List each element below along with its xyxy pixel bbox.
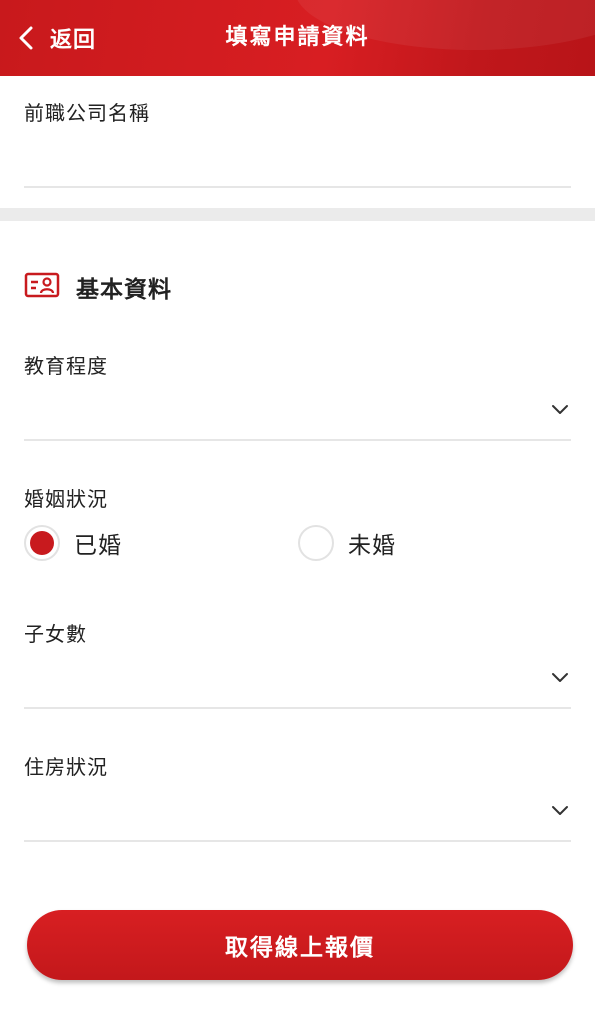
section-header: 基本資料 xyxy=(24,270,172,304)
page-title: 填寫申請資料 xyxy=(225,25,370,50)
section-title: 基本資料 xyxy=(76,277,172,303)
education-underline xyxy=(24,439,571,441)
radio-unmarried-circle xyxy=(298,525,334,561)
radio-married[interactable]: 已婚 xyxy=(24,525,122,561)
housing-underline xyxy=(24,840,571,842)
housing-label: 住房狀況 xyxy=(24,755,108,779)
get-quote-button[interactable]: 取得線上報價 xyxy=(27,910,573,980)
header-bar: 返回 填寫申請資料 xyxy=(0,0,595,76)
marital-status-label: 婚姻狀況 xyxy=(24,487,108,511)
education-label: 教育程度 xyxy=(24,354,108,378)
chevron-down-icon xyxy=(552,673,568,682)
housing-dropdown[interactable] xyxy=(24,785,571,839)
radio-unmarried-label: 未婚 xyxy=(348,533,396,559)
previous-company-input[interactable] xyxy=(24,130,571,186)
chevron-down-icon xyxy=(552,806,568,815)
previous-company-underline xyxy=(24,186,571,188)
children-underline xyxy=(24,707,571,709)
radio-selected-dot xyxy=(30,531,54,555)
radio-married-circle xyxy=(24,525,60,561)
chevron-down-icon xyxy=(552,405,568,414)
children-label: 子女數 xyxy=(24,622,87,646)
education-dropdown[interactable] xyxy=(24,385,571,439)
radio-unmarried[interactable]: 未婚 xyxy=(298,525,396,561)
section-divider xyxy=(0,208,595,221)
children-dropdown[interactable] xyxy=(24,652,571,706)
radio-married-label: 已婚 xyxy=(74,533,122,559)
id-card-icon xyxy=(24,271,60,303)
previous-company-label: 前職公司名稱 xyxy=(24,101,150,125)
